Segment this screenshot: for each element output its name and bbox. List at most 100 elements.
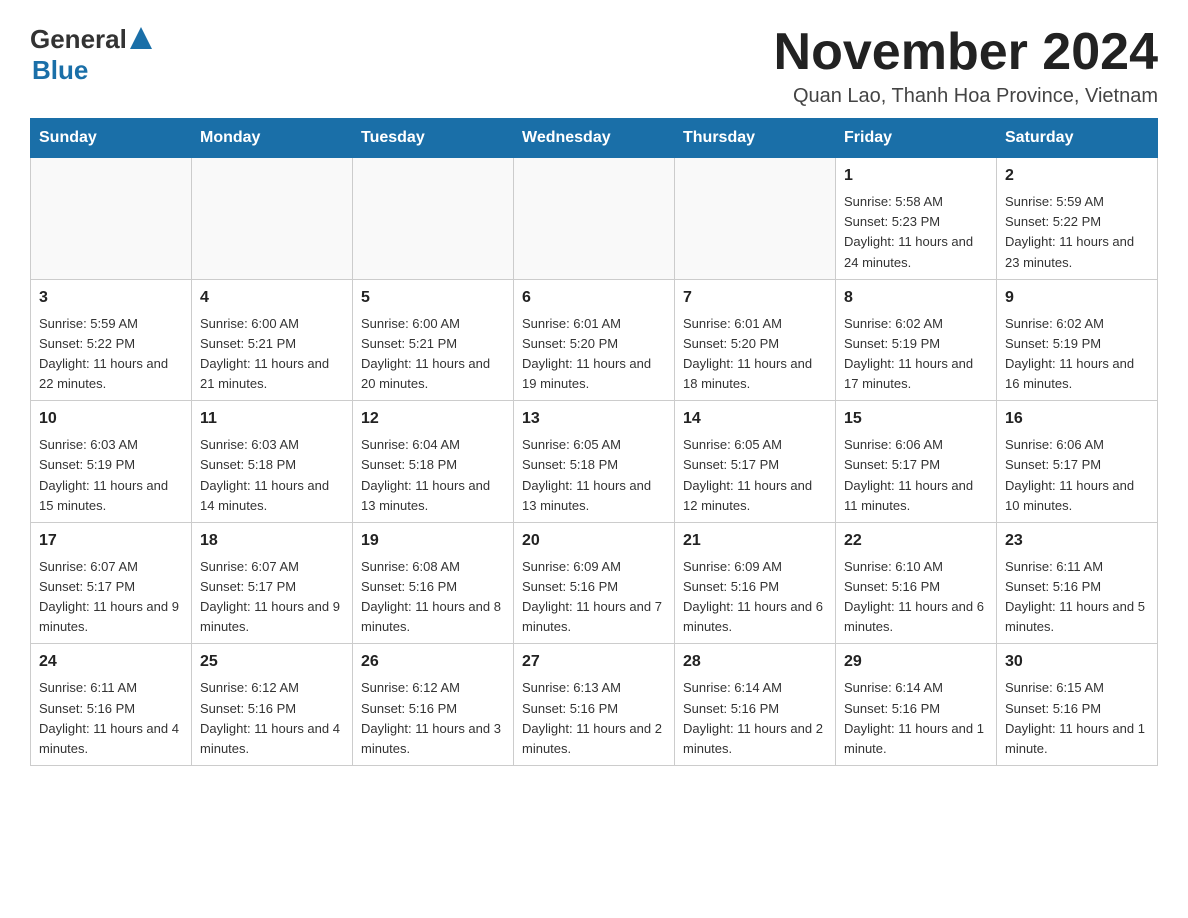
calendar-cell: 24 Sunrise: 6:11 AMSunset: 5:16 PMDayligh… — [31, 644, 192, 766]
location-subtitle: Quan Lao, Thanh Hoa Province, Vietnam — [774, 85, 1158, 108]
calendar-cell: 16Sunrise: 6:06 AMSunset: 5:17 PMDayligh… — [997, 401, 1158, 523]
day-number: 26 — [361, 650, 505, 674]
day-info: Sunrise: 6:12 AMSunset: 5:16 PMDaylight:… — [200, 680, 340, 755]
calendar-week-3: 10 Sunrise: 6:03 AMSunset: 5:19 PMDayligh… — [31, 401, 1158, 523]
logo-triangle-icon — [130, 27, 152, 49]
calendar-cell: 25Sunrise: 6:12 AMSunset: 5:16 PMDayligh… — [192, 644, 353, 766]
day-number: 27 — [522, 650, 666, 674]
day-info: Sunrise: 6:11 AMSunset: 5:16 PMDaylight:… — [1005, 559, 1145, 634]
weekday-header-sunday: Sunday — [31, 119, 192, 158]
weekday-header-thursday: Thursday — [675, 119, 836, 158]
day-info: Sunrise: 6:04 AMSunset: 5:18 PMDaylight:… — [361, 437, 490, 512]
calendar-cell: 27 Sunrise: 6:13 AMSunset: 5:16 PMDayligh… — [514, 644, 675, 766]
calendar-cell — [353, 158, 514, 280]
day-info: Sunrise: 6:13 AMSunset: 5:16 PMDaylight:… — [522, 680, 662, 755]
calendar-cell: 13 Sunrise: 6:05 AMSunset: 5:18 PMDayligh… — [514, 401, 675, 523]
day-info: Sunrise: 6:09 AMSunset: 5:16 PMDaylight:… — [522, 559, 662, 634]
calendar-week-2: 3 Sunrise: 5:59 AMSunset: 5:22 PMDaylight… — [31, 279, 1158, 401]
day-number: 14 — [683, 407, 827, 431]
calendar-cell: 23 Sunrise: 6:11 AMSunset: 5:16 PMDayligh… — [997, 522, 1158, 644]
day-info: Sunrise: 6:00 AMSunset: 5:21 PMDaylight:… — [200, 316, 329, 391]
day-number: 11 — [200, 407, 344, 431]
calendar-cell: 11 Sunrise: 6:03 AMSunset: 5:18 PMDayligh… — [192, 401, 353, 523]
day-info: Sunrise: 6:05 AMSunset: 5:17 PMDaylight:… — [683, 437, 812, 512]
day-number: 4 — [200, 286, 344, 310]
day-number: 12 — [361, 407, 505, 431]
calendar-cell: 22Sunrise: 6:10 AMSunset: 5:16 PMDayligh… — [836, 522, 997, 644]
calendar-cell: 30 Sunrise: 6:15 AMSunset: 5:16 PMDayligh… — [997, 644, 1158, 766]
calendar-cell: 17 Sunrise: 6:07 AMSunset: 5:17 PMDayligh… — [31, 522, 192, 644]
day-info: Sunrise: 6:02 AMSunset: 5:19 PMDaylight:… — [844, 316, 973, 391]
day-info: Sunrise: 5:59 AMSunset: 5:22 PMDaylight:… — [1005, 194, 1134, 269]
day-number: 23 — [1005, 529, 1149, 553]
day-number: 20 — [522, 529, 666, 553]
calendar-cell: 15Sunrise: 6:06 AMSunset: 5:17 PMDayligh… — [836, 401, 997, 523]
logo-general-text: General — [30, 24, 127, 55]
day-info: Sunrise: 6:12 AMSunset: 5:16 PMDaylight:… — [361, 680, 501, 755]
day-number: 3 — [39, 286, 183, 310]
calendar-cell: 28 Sunrise: 6:14 AMSunset: 5:16 PMDayligh… — [675, 644, 836, 766]
day-number: 10 — [39, 407, 183, 431]
day-number: 13 — [522, 407, 666, 431]
day-number: 8 — [844, 286, 988, 310]
day-number: 16 — [1005, 407, 1149, 431]
calendar-week-4: 17 Sunrise: 6:07 AMSunset: 5:17 PMDayligh… — [31, 522, 1158, 644]
calendar-cell: 1 Sunrise: 5:58 AMSunset: 5:23 PMDaylight… — [836, 158, 997, 280]
title-block: November 2024 Quan Lao, Thanh Hoa Provin… — [774, 24, 1158, 108]
day-number: 17 — [39, 529, 183, 553]
calendar-cell: 19Sunrise: 6:08 AMSunset: 5:16 PMDayligh… — [353, 522, 514, 644]
calendar-cell: 8 Sunrise: 6:02 AMSunset: 5:19 PMDaylight… — [836, 279, 997, 401]
day-info: Sunrise: 5:59 AMSunset: 5:22 PMDaylight:… — [39, 316, 168, 391]
calendar-cell: 9 Sunrise: 6:02 AMSunset: 5:19 PMDaylight… — [997, 279, 1158, 401]
weekday-header-saturday: Saturday — [997, 119, 1158, 158]
day-info: Sunrise: 6:02 AMSunset: 5:19 PMDaylight:… — [1005, 316, 1134, 391]
day-info: Sunrise: 6:05 AMSunset: 5:18 PMDaylight:… — [522, 437, 651, 512]
day-info: Sunrise: 5:58 AMSunset: 5:23 PMDaylight:… — [844, 194, 973, 269]
calendar-cell: 18 Sunrise: 6:07 AMSunset: 5:17 PMDayligh… — [192, 522, 353, 644]
day-info: Sunrise: 6:03 AMSunset: 5:19 PMDaylight:… — [39, 437, 168, 512]
calendar-cell: 3 Sunrise: 5:59 AMSunset: 5:22 PMDaylight… — [31, 279, 192, 401]
calendar-cell: 14 Sunrise: 6:05 AMSunset: 5:17 PMDayligh… — [675, 401, 836, 523]
day-number: 30 — [1005, 650, 1149, 674]
calendar-cell: 20 Sunrise: 6:09 AMSunset: 5:16 PMDayligh… — [514, 522, 675, 644]
day-info: Sunrise: 6:14 AMSunset: 5:16 PMDaylight:… — [683, 680, 823, 755]
day-number: 28 — [683, 650, 827, 674]
day-info: Sunrise: 6:07 AMSunset: 5:17 PMDaylight:… — [39, 559, 179, 634]
calendar-cell: 10 Sunrise: 6:03 AMSunset: 5:19 PMDayligh… — [31, 401, 192, 523]
weekday-header-monday: Monday — [192, 119, 353, 158]
day-info: Sunrise: 6:14 AMSunset: 5:16 PMDaylight:… — [844, 680, 984, 755]
calendar-week-1: 1 Sunrise: 5:58 AMSunset: 5:23 PMDaylight… — [31, 158, 1158, 280]
calendar-table: SundayMondayTuesdayWednesdayThursdayFrid… — [30, 118, 1158, 766]
calendar-cell: 5 Sunrise: 6:00 AMSunset: 5:21 PMDaylight… — [353, 279, 514, 401]
logo: General Blue — [30, 24, 152, 86]
calendar-week-5: 24 Sunrise: 6:11 AMSunset: 5:16 PMDayligh… — [31, 644, 1158, 766]
day-number: 1 — [844, 164, 988, 188]
day-info: Sunrise: 6:01 AMSunset: 5:20 PMDaylight:… — [522, 316, 651, 391]
day-number: 21 — [683, 529, 827, 553]
day-info: Sunrise: 6:00 AMSunset: 5:21 PMDaylight:… — [361, 316, 490, 391]
day-info: Sunrise: 6:01 AMSunset: 5:20 PMDaylight:… — [683, 316, 812, 391]
day-number: 18 — [200, 529, 344, 553]
calendar-cell — [31, 158, 192, 280]
day-number: 9 — [1005, 286, 1149, 310]
calendar-cell: 21Sunrise: 6:09 AMSunset: 5:16 PMDayligh… — [675, 522, 836, 644]
day-number: 29 — [844, 650, 988, 674]
day-number: 6 — [522, 286, 666, 310]
day-number: 19 — [361, 529, 505, 553]
calendar-cell: 29 Sunrise: 6:14 AMSunset: 5:16 PMDayligh… — [836, 644, 997, 766]
weekday-header-wednesday: Wednesday — [514, 119, 675, 158]
day-info: Sunrise: 6:11 AMSunset: 5:16 PMDaylight:… — [39, 680, 179, 755]
day-info: Sunrise: 6:06 AMSunset: 5:17 PMDaylight:… — [844, 437, 973, 512]
calendar-cell: 6 Sunrise: 6:01 AMSunset: 5:20 PMDaylight… — [514, 279, 675, 401]
day-number: 7 — [683, 286, 827, 310]
calendar-cell — [675, 158, 836, 280]
day-number: 5 — [361, 286, 505, 310]
calendar-cell: 2Sunrise: 5:59 AMSunset: 5:22 PMDaylight… — [997, 158, 1158, 280]
calendar-cell: 7 Sunrise: 6:01 AMSunset: 5:20 PMDaylight… — [675, 279, 836, 401]
day-info: Sunrise: 6:15 AMSunset: 5:16 PMDaylight:… — [1005, 680, 1145, 755]
day-info: Sunrise: 6:03 AMSunset: 5:18 PMDaylight:… — [200, 437, 329, 512]
calendar-cell — [514, 158, 675, 280]
day-number: 24 — [39, 650, 183, 674]
calendar-cell: 12 Sunrise: 6:04 AMSunset: 5:18 PMDayligh… — [353, 401, 514, 523]
day-info: Sunrise: 6:07 AMSunset: 5:17 PMDaylight:… — [200, 559, 340, 634]
